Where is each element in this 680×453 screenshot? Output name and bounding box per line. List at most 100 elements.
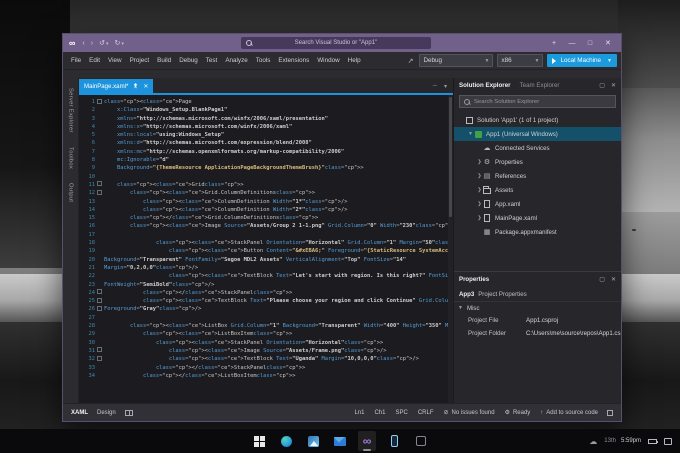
menu-edit[interactable]: Edit [85,55,104,66]
taskbar-start-icon[interactable] [250,431,268,451]
taskbar-app-icon[interactable] [412,431,430,451]
navigate-forward-icon[interactable]: › [91,40,93,47]
tab-team-explorer[interactable]: Team Explorer [520,82,560,89]
tree-item-app-xaml[interactable]: ❯ App.xaml [454,197,621,211]
property-value[interactable]: App1.csproj [526,317,558,324]
code-line[interactable]: 3 xmlns="http://schemas.microsoft.com/wi… [79,115,453,123]
minimize-button[interactable]: — [563,40,581,47]
properties-group-misc[interactable]: ▼ Misc [454,302,621,314]
tree-item-properties[interactable]: ❯ ⚙ Properties [454,155,621,169]
configuration-dropdown[interactable]: Debug ▼ [419,54,494,67]
chevron-collapsed-icon[interactable]: ❯ [476,159,483,165]
code-line[interactable]: 23 FontWeight="SemiBold"class="cp">/> [79,281,453,289]
live-share-icon[interactable]: ↗ [408,57,414,65]
code-line[interactable]: 6 xmlns:d="http://schemas.microsoft.com/… [79,139,453,147]
code-line[interactable]: 25 class="cp"><class="ce">TextBlock Text… [79,297,453,305]
redo-icon[interactable]: ↻▾ [115,40,124,47]
tree-item-solution-app1-1-of-1-project[interactable]: Solution 'App1' (1 of 1 project) [454,113,621,127]
code-line[interactable]: 9 Background="{ThemeResource Application… [79,164,453,172]
code-line[interactable]: 16 class="cp"><class="ce">Image Source="… [79,222,454,230]
code-line[interactable]: 22 class="cp"><class="ce">TextBlock Text… [79,272,454,280]
tree-item-app1-universal-windows[interactable]: ▼ App1 (Universal Windows) [454,127,621,141]
code-line[interactable]: 7 xmlns:mc="http://schemas.openxmlformat… [79,148,453,156]
code-line[interactable]: 27 [79,314,453,322]
code-line[interactable]: 15 class="cp"></class="ce">Grid.ColumnDe… [79,214,453,222]
tree-item-mainpage-xaml[interactable]: ❯ MainPage.xaml [454,211,621,225]
taskbar-edge-icon[interactable] [277,431,295,451]
fold-marker-icon[interactable] [97,355,102,361]
chevron-collapsed-icon[interactable]: ❯ [476,187,483,193]
code-line[interactable]: 1 class="cp"><class="ce">Page [79,98,453,106]
menu-project[interactable]: Project [126,55,154,66]
menu-test[interactable]: Test [202,55,222,66]
redo-dropdown-icon[interactable]: ▾ [121,41,124,47]
tree-item-references[interactable]: ❯ ▤ References [454,169,621,183]
taskbar-photos-icon[interactable] [304,431,322,451]
xaml-code-area[interactable]: 1 class="cp"><class="ce">Page 2 x:Class="W… [79,95,453,403]
taskbar-clock[interactable]: 13th 5:59pm [604,438,641,444]
solution-explorer-search-input[interactable]: Search Solution Explorer [459,95,616,108]
code-line[interactable]: 24 class="cp"></class="ce">StackPanelcla… [79,289,453,297]
fold-marker-icon[interactable] [97,98,102,104]
close-tab-icon[interactable]: ✕ [143,83,148,90]
tree-item-assets[interactable]: ❯ Assets [454,183,621,197]
code-line[interactable]: 20 Background="Transparent" FontFamily="S… [79,256,453,264]
undo-dropdown-icon[interactable]: ▾ [106,41,109,47]
menu-debug[interactable]: Debug [175,55,202,66]
fold-marker-icon[interactable] [97,189,102,195]
status-ready[interactable]: ⚙ Ready [505,409,531,417]
window-position-icon[interactable]: ▢ [599,82,605,89]
code-line[interactable]: 2 x:Class="Windows_Setup.BlankPage1" [79,106,453,114]
property-row[interactable]: Project File App1.csproj [454,314,621,327]
navigate-back-icon[interactable]: ‹ [82,40,84,47]
taskbar-your-phone-icon[interactable] [385,431,403,451]
notifications-icon[interactable] [607,409,613,416]
menu-help[interactable]: Help [344,55,365,66]
status-ch1[interactable]: Ch1 [374,410,385,416]
property-row[interactable]: Project Folder C:\Users\me\source\repos\A… [454,327,621,340]
status-xaml[interactable]: XAML [71,410,88,416]
close-panel-icon[interactable]: ✕ [611,82,616,89]
pane-options-icon[interactable]: ▾ [444,83,447,90]
close-button[interactable]: ✕ [599,39,617,47]
fold-marker-icon[interactable] [97,305,102,311]
maximize-button[interactable]: □ [581,40,599,47]
code-line[interactable]: 32 class="cp"><class="ce">TextBlock Text… [79,355,453,363]
pin-icon[interactable] [133,83,138,89]
close-panel-icon[interactable]: ✕ [611,276,616,283]
search-input[interactable]: Search Visual Studio or "App1" [240,37,431,49]
battery-icon[interactable] [648,438,658,444]
undo-icon[interactable]: ↺▾ [99,40,108,47]
code-line[interactable]: 21 Margin="0,2,0,0"class="cp">/> [79,264,453,272]
menu-build[interactable]: Build [153,55,175,66]
code-line[interactable]: 4 xmlns:x="http://schemas.microsoft.com/… [79,123,453,131]
tree-item-package-appxmanifest[interactable]: ▦ Package.appxmanifest [454,225,621,239]
code-line[interactable]: 10 [79,173,453,181]
fold-marker-icon[interactable] [97,297,102,303]
feedback-button[interactable]: + [545,40,563,47]
menu-analyze[interactable]: Analyze [221,55,251,66]
status-spc[interactable]: SPC [395,410,407,416]
status-ln1[interactable]: Ln1 [354,410,364,416]
fold-marker-icon[interactable] [97,347,102,353]
title-bar[interactable]: ∞ ‹ › ↺▾ ↻▾ Search Visual Studio or "App… [63,34,621,52]
chevron-collapsed-icon[interactable]: ❯ [476,215,483,221]
window-position-icon[interactable]: ▢ [599,276,605,283]
scrollbar-thumb[interactable] [449,97,452,217]
tab-solution-explorer[interactable]: Solution Explorer [459,82,511,89]
code-line[interactable]: 31 class="cp"><class="ce">Image Source="… [79,347,453,355]
code-line[interactable]: 30 class="cp"><class="ce">StackPanel Ori… [79,339,453,347]
tree-item-connected-services[interactable]: ☁ Connected Services [454,141,621,155]
chevron-expanded-icon[interactable]: ▼ [467,131,474,137]
code-line[interactable]: 8 mc:Ignorable="d" [79,156,453,164]
taskbar-mail-icon[interactable] [331,431,349,451]
minimize-pane-icon[interactable]: ─ [433,83,437,90]
start-debugging-button[interactable]: Local Machine ▼ [547,54,617,67]
code-line[interactable]: 14 class="cp"><class="ce">ColumnDefiniti… [79,206,453,214]
menu-file[interactable]: File [67,55,85,66]
status-no-issues-found[interactable]: ⊘ No issues found [444,409,495,417]
fold-marker-icon[interactable] [97,181,102,187]
output-tab[interactable]: Output [68,183,74,202]
code-line[interactable]: 29 class="cp"><class="ce">ListBoxItemcla… [79,330,453,338]
chevron-collapsed-icon[interactable]: ❯ [476,173,483,179]
